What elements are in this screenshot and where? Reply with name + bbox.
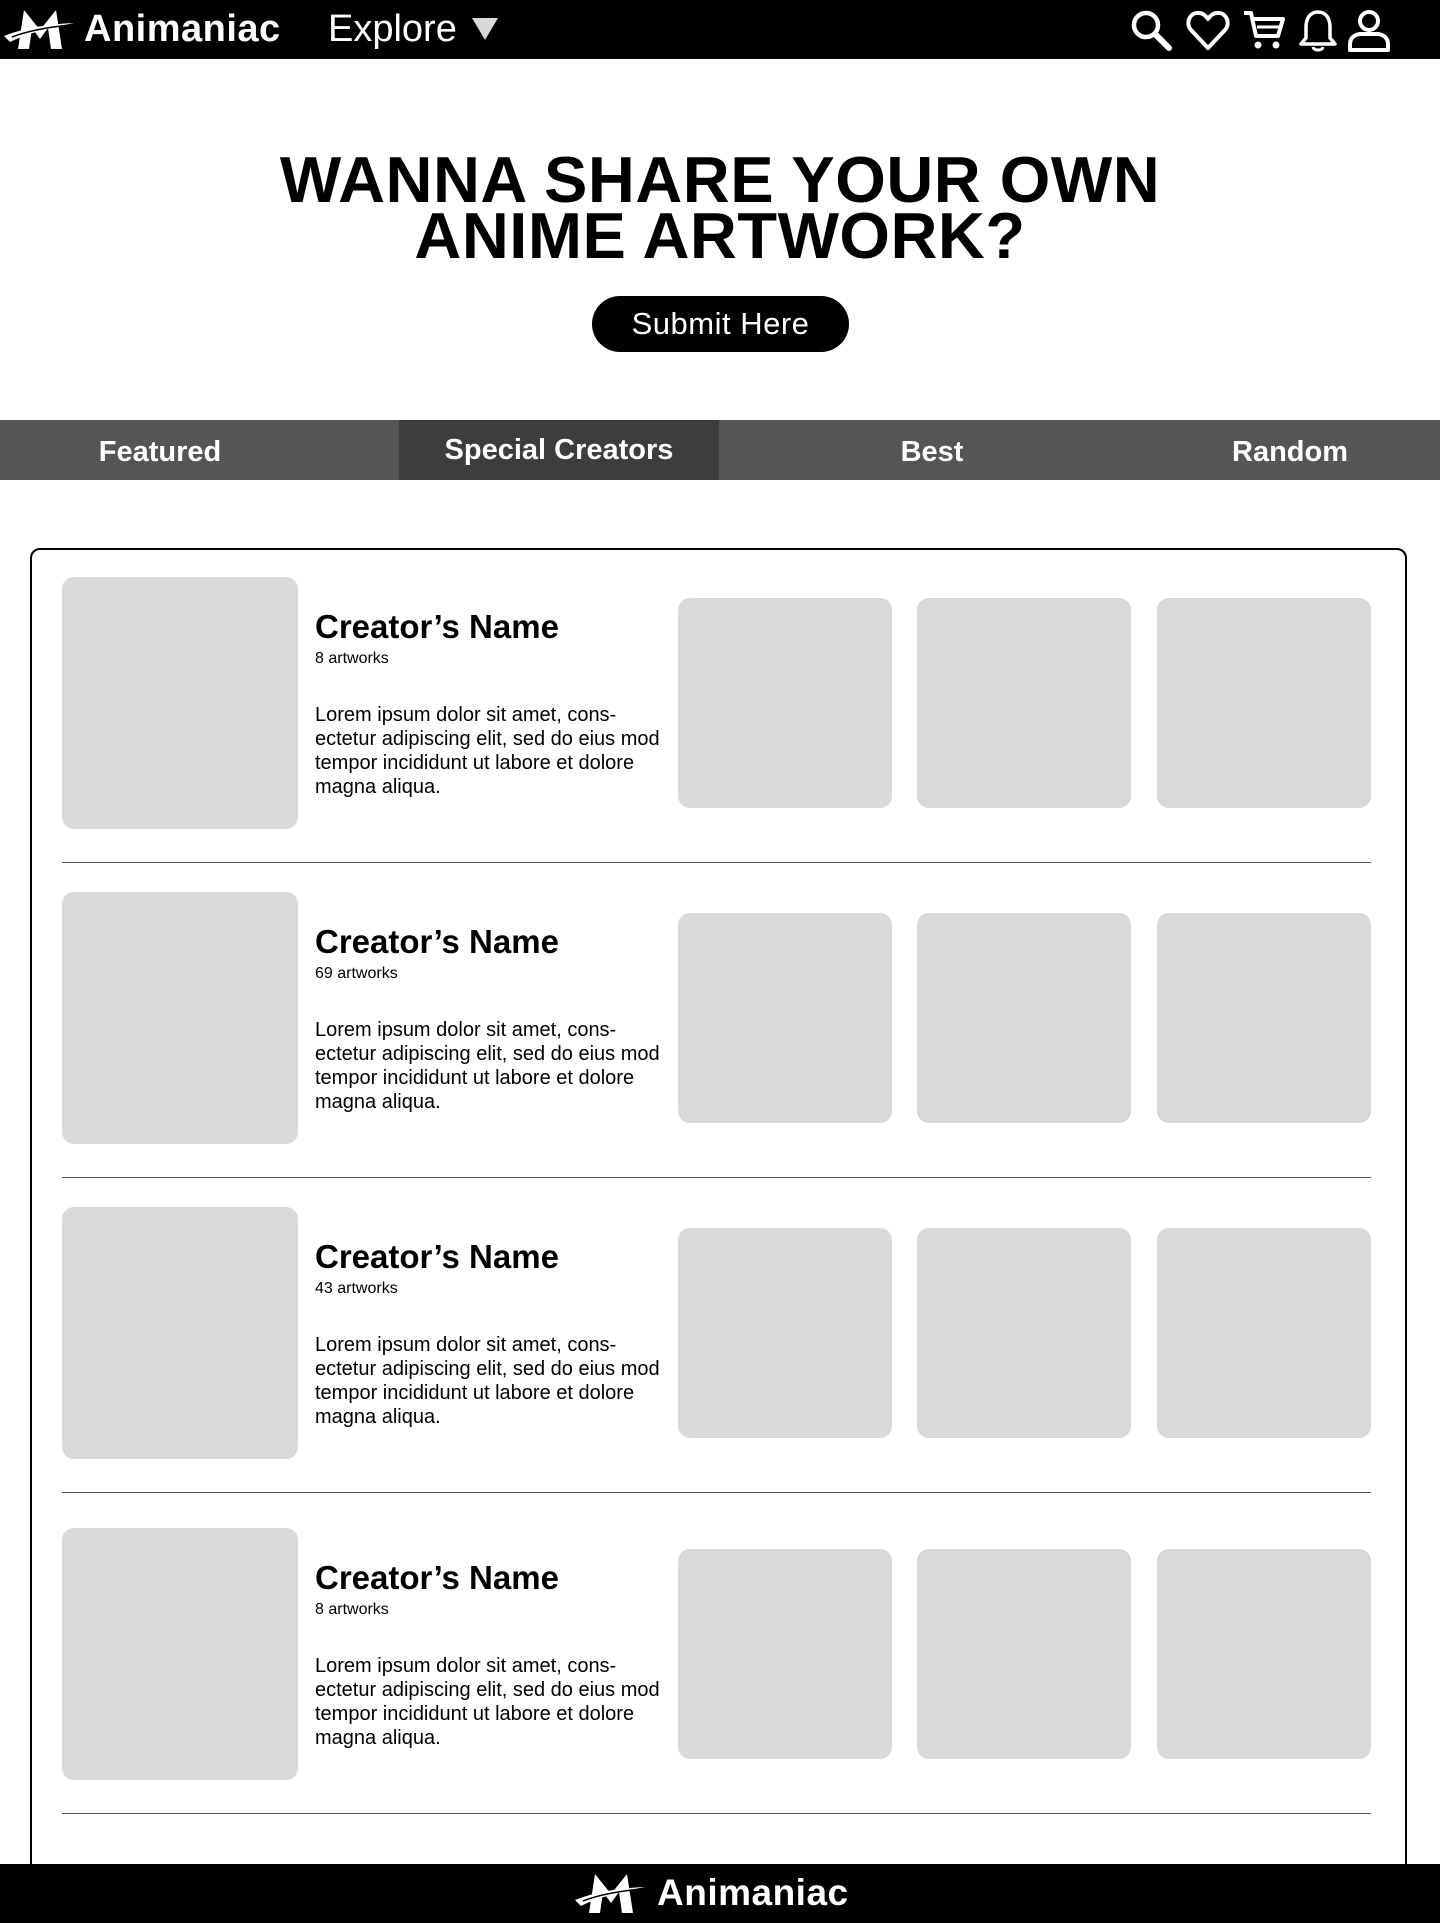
creator-bio: Lorem ipsum dolor sit amet, cons-ectetur…	[315, 1019, 660, 1113]
row-divider	[62, 1492, 1371, 1493]
creator-bio: Lorem ipsum dolor sit amet, cons-ectetur…	[315, 704, 660, 798]
brand-name: Animaniac	[84, 8, 281, 50]
creator-artwork-count: 43 artworks	[315, 1280, 398, 1297]
creator-artwork-count: 8 artworks	[315, 1601, 389, 1618]
artwork-thumbnail[interactable]	[678, 598, 892, 808]
explore-menu[interactable]: Explore	[328, 6, 499, 52]
creator-avatar[interactable]	[62, 1207, 298, 1459]
artwork-thumbnail[interactable]	[678, 913, 892, 1123]
creator-name[interactable]: Creator’s Name	[315, 1559, 559, 1597]
artwork-thumbnail[interactable]	[917, 1549, 1131, 1759]
footer: Animaniac	[0, 1864, 1440, 1923]
top-navbar: Animaniac Explore	[0, 0, 1440, 59]
tab-featured[interactable]: Featured	[0, 420, 320, 480]
row-divider	[62, 1813, 1371, 1814]
search-icon[interactable]	[1129, 8, 1173, 52]
creator-artwork-count: 69 artworks	[315, 965, 398, 982]
artwork-thumbnail[interactable]	[1157, 1228, 1371, 1438]
creator-bio: Lorem ipsum dolor sit amet, cons-ectetur…	[315, 1655, 660, 1749]
submit-artwork-button[interactable]: Submit Here	[592, 296, 849, 352]
artwork-thumbnail[interactable]	[678, 1549, 892, 1759]
tab-random[interactable]: Random	[1130, 420, 1440, 480]
creator-avatar[interactable]	[62, 892, 298, 1144]
row-divider	[62, 1177, 1371, 1178]
animaniac-logo-icon	[575, 1874, 645, 1913]
artwork-thumbnail[interactable]	[917, 1228, 1131, 1438]
artwork-thumbnail[interactable]	[1157, 598, 1371, 808]
artwork-thumbnail[interactable]	[917, 598, 1131, 808]
artwork-thumbnail[interactable]	[917, 913, 1131, 1123]
creator-bio: Lorem ipsum dolor sit amet, cons-ectetur…	[315, 1334, 660, 1428]
creator-name[interactable]: Creator’s Name	[315, 923, 559, 961]
cart-icon[interactable]	[1242, 8, 1286, 52]
chevron-down-icon	[471, 18, 498, 40]
explore-label: Explore	[328, 7, 457, 50]
creator-name[interactable]: Creator’s Name	[315, 1238, 559, 1276]
bell-icon[interactable]	[1296, 8, 1340, 52]
row-divider	[62, 862, 1371, 863]
creator-artwork-count: 8 artworks	[315, 650, 389, 667]
creator-name[interactable]: Creator’s Name	[315, 608, 559, 646]
artwork-thumbnail[interactable]	[1157, 1549, 1371, 1759]
tab-best[interactable]: Best	[772, 420, 1092, 480]
creator-avatar[interactable]	[62, 1528, 298, 1780]
footer-brand-name: Animaniac	[657, 1872, 849, 1913]
creator-avatar[interactable]	[62, 577, 298, 829]
artwork-thumbnail[interactable]	[678, 1228, 892, 1438]
heart-icon[interactable]	[1186, 8, 1230, 52]
user-icon[interactable]	[1347, 8, 1391, 52]
tab-special-creators[interactable]: Special Creators	[399, 420, 719, 480]
hero-title: WANNA SHARE YOUR OWN ANIME ARTWORK?	[0, 147, 1440, 272]
brand-logo[interactable]: Animaniac	[4, 6, 280, 52]
animaniac-logo-icon	[4, 10, 74, 49]
hero-title-line-2: ANIME ARTWORK?	[414, 199, 1026, 272]
category-tabs: Featured Special Creators Best Random	[0, 420, 1440, 480]
artwork-thumbnail[interactable]	[1157, 913, 1371, 1123]
